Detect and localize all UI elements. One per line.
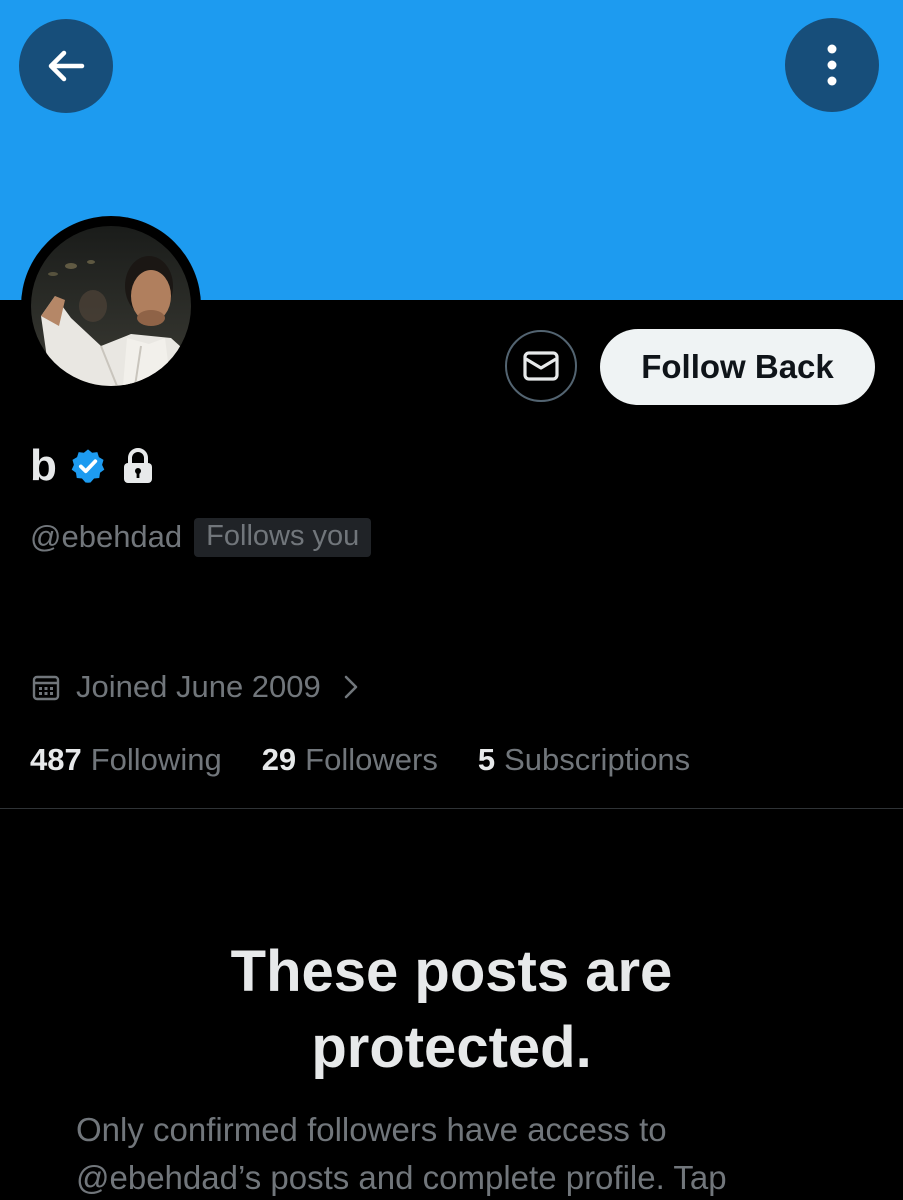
protected-description: Only confirmed followers have access to … bbox=[76, 1111, 727, 1196]
joined-date-row[interactable]: Joined June 2009 bbox=[32, 666, 359, 708]
verified-badge-icon[interactable] bbox=[69, 447, 107, 485]
follows-you-badge: Follows you bbox=[194, 517, 372, 557]
back-button[interactable] bbox=[19, 19, 113, 113]
following-stat[interactable]: 487 Following bbox=[30, 742, 222, 778]
chevron-right-icon bbox=[343, 674, 359, 700]
lock-icon bbox=[121, 447, 155, 485]
envelope-icon bbox=[521, 346, 561, 386]
message-button[interactable] bbox=[505, 330, 577, 402]
divider bbox=[0, 808, 903, 809]
subscriptions-label: Subscriptions bbox=[504, 742, 691, 777]
protected-title: These posts are protected. bbox=[0, 934, 903, 1086]
followers-count: 29 bbox=[261, 742, 297, 777]
followers-label: Followers bbox=[305, 742, 438, 777]
protected-title-text: These posts are protected. bbox=[230, 939, 673, 1080]
following-label: Following bbox=[90, 742, 222, 777]
subscriptions-stat[interactable]: 5 Subscriptions bbox=[478, 742, 690, 778]
followers-stat[interactable]: 29 Followers bbox=[262, 742, 438, 778]
arrow-left-icon bbox=[44, 44, 88, 88]
calendar-icon bbox=[32, 673, 60, 701]
handle: @ebehdad bbox=[30, 519, 183, 554]
name-row: b bbox=[30, 438, 155, 494]
handle-row: @ebehdad Follows you bbox=[30, 516, 372, 558]
follow-back-label: Follow Back bbox=[641, 348, 834, 385]
following-count: 487 bbox=[30, 742, 82, 777]
follow-back-button[interactable]: Follow Back bbox=[600, 329, 875, 405]
joined-date: Joined June 2009 bbox=[76, 669, 321, 704]
display-name: b bbox=[30, 441, 57, 490]
more-vertical-icon bbox=[822, 41, 842, 89]
subscriptions-count: 5 bbox=[477, 742, 496, 777]
stats-row: 487 Following 29 Followers 5 Subscriptio… bbox=[30, 738, 730, 782]
profile-page: Follow Back b @ebehdad Follows you Joine… bbox=[0, 0, 903, 1200]
more-options-button[interactable] bbox=[785, 18, 879, 112]
avatar-image bbox=[31, 226, 191, 386]
avatar[interactable] bbox=[21, 216, 201, 396]
